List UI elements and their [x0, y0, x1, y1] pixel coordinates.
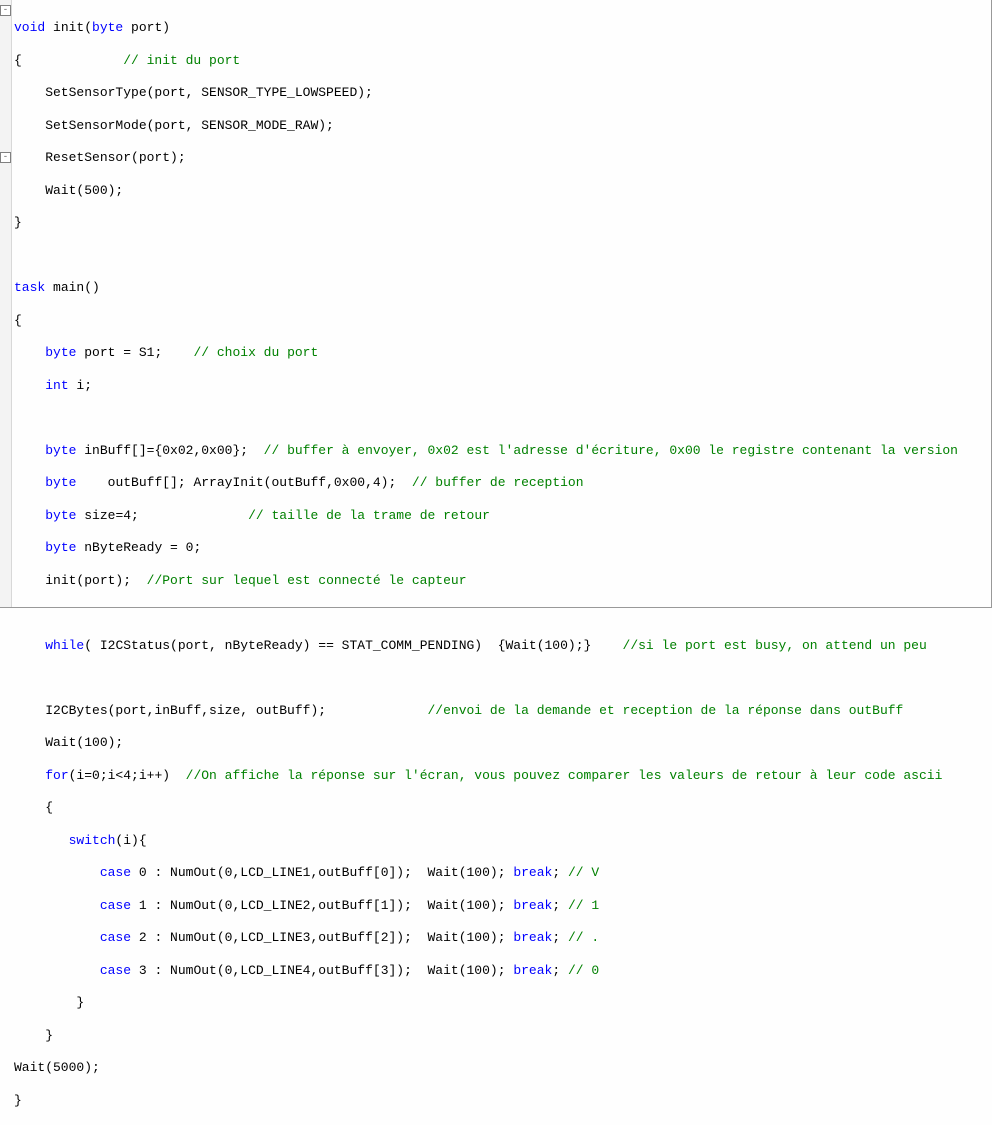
fn-rest: port): [123, 20, 170, 35]
line-switch-close: }: [14, 995, 991, 1011]
line-init-header: void init(byte port): [14, 20, 991, 36]
kw-for: for: [45, 768, 68, 783]
line-wait5000: Wait(5000);: [14, 1060, 991, 1076]
case3-end: ;: [552, 963, 568, 978]
line-outbuff: byte outBuff[]; ArrayInit(outBuff,0x00,4…: [14, 475, 991, 491]
fold-icon-main[interactable]: -: [0, 152, 11, 163]
line-for: for(i=0;i<4;i++) //On affiche la réponse…: [14, 768, 991, 784]
for-code: (i=0;i<4;i++): [69, 768, 186, 783]
kw-break0: break: [513, 865, 552, 880]
kw-byte-port: byte: [45, 345, 76, 360]
kw-byte-inbuff: byte: [45, 443, 76, 458]
kw-byte-outbuff: byte: [45, 475, 76, 490]
kw-break3: break: [513, 963, 552, 978]
cm-case2: // .: [568, 930, 599, 945]
inbuff-code: inBuff[]={0x02,0x00};: [76, 443, 263, 458]
line-while: while( I2CStatus(port, nByteReady) == ST…: [14, 638, 991, 654]
line-size: byte size=4; // taille de la trame de re…: [14, 508, 991, 524]
main-rest: main(): [45, 280, 100, 295]
cm-port: // choix du port: [193, 345, 318, 360]
case2-end: ;: [552, 930, 568, 945]
case0-end: ;: [552, 865, 568, 880]
line-init-3: ResetSensor(port);: [14, 150, 991, 166]
line-main-open: {: [14, 313, 991, 329]
line-init-close: }: [14, 215, 991, 231]
initcall-code: init(port);: [45, 573, 146, 588]
nbyte-code: nByteReady = 0;: [76, 540, 201, 555]
fold-icon-init[interactable]: -: [0, 5, 11, 16]
line-case2: case 2 : NumOut(0,LCD_LINE3,outBuff[2]);…: [14, 930, 991, 946]
line-init-1: SetSensorType(port, SENSOR_TYPE_LOWSPEED…: [14, 85, 991, 101]
line-nbyte: byte nByteReady = 0;: [14, 540, 991, 556]
kw-case2: case: [100, 930, 131, 945]
line-main-close: }: [14, 1093, 991, 1109]
line-init-4: Wait(500);: [14, 183, 991, 199]
fn-name: init(: [45, 20, 92, 35]
case2-mid: 2 : NumOut(0,LCD_LINE3,outBuff[2]); Wait…: [131, 930, 513, 945]
outbuff-code: outBuff[]; ArrayInit(outBuff,0x00,4);: [76, 475, 411, 490]
fold-gutter: - -: [0, 0, 12, 607]
kw-break2: break: [513, 930, 552, 945]
cm-inbuff: // buffer à envoyer, 0x02 est l'adresse …: [264, 443, 958, 458]
case1-end: ;: [552, 898, 568, 913]
line-wait100: Wait(100);: [14, 735, 991, 751]
line-case1: case 1 : NumOut(0,LCD_LINE2,outBuff[1]);…: [14, 898, 991, 914]
kw-case3: case: [100, 963, 131, 978]
brace-open: {: [14, 53, 123, 68]
blank-4: [14, 670, 991, 686]
line-switch: switch(i){: [14, 833, 991, 849]
line-initcall: init(port); //Port sur lequel est connec…: [14, 573, 991, 589]
blank-1: [14, 248, 991, 264]
line-port: byte port = S1; // choix du port: [14, 345, 991, 361]
cm-initcall: //Port sur lequel est connecté le capteu…: [147, 573, 467, 588]
line-init-open: { // init du port: [14, 53, 991, 69]
i-code: i;: [69, 378, 92, 393]
line-case0: case 0 : NumOut(0,LCD_LINE1,outBuff[0]);…: [14, 865, 991, 881]
cm-outbuff: // buffer de reception: [412, 475, 584, 490]
kw-task: task: [14, 280, 45, 295]
cm-while: //si le port est busy, on attend un peu: [623, 638, 927, 653]
cm-for: //On affiche la réponse sur l'écran, vou…: [186, 768, 943, 783]
case0-mid: 0 : NumOut(0,LCD_LINE1,outBuff[0]); Wait…: [131, 865, 513, 880]
line-init-2: SetSensorMode(port, SENSOR_MODE_RAW);: [14, 118, 991, 134]
line-i: int i;: [14, 378, 991, 394]
kw-case1: case: [100, 898, 131, 913]
i2cbytes-code: I2CBytes(port,inBuff,size, outBuff);: [45, 703, 427, 718]
kw-int: int: [45, 378, 68, 393]
kw-byte-nbyte: byte: [45, 540, 76, 555]
cm-case1: // 1: [568, 898, 599, 913]
line-for-open: {: [14, 800, 991, 816]
cm-init: // init du port: [123, 53, 240, 68]
case1-mid: 1 : NumOut(0,LCD_LINE2,outBuff[1]); Wait…: [131, 898, 513, 913]
blank-2: [14, 410, 991, 426]
cm-i2cbytes: //envoi de la demande et reception de la…: [427, 703, 903, 718]
cm-case0: // V: [568, 865, 599, 880]
line-i2cbytes: I2CBytes(port,inBuff,size, outBuff); //e…: [14, 703, 991, 719]
line-case3: case 3 : NumOut(0,LCD_LINE4,outBuff[3]);…: [14, 963, 991, 979]
case3-mid: 3 : NumOut(0,LCD_LINE4,outBuff[3]); Wait…: [131, 963, 513, 978]
cm-case3: // 0: [568, 963, 599, 978]
kw-while: while: [45, 638, 84, 653]
kw-case0: case: [100, 865, 131, 880]
kw-byte-size: byte: [45, 508, 76, 523]
size-code: size=4;: [76, 508, 248, 523]
code-area: void init(byte port) { // init du port S…: [14, 0, 991, 607]
kw-break1: break: [513, 898, 552, 913]
cm-size: // taille de la trame de retour: [248, 508, 490, 523]
kw-void: void: [14, 20, 45, 35]
port-code: port = S1;: [76, 345, 193, 360]
kw-switch: switch: [69, 833, 116, 848]
while-code: ( I2CStatus(port, nByteReady) == STAT_CO…: [84, 638, 622, 653]
kw-byte: byte: [92, 20, 123, 35]
switch-code: (i){: [115, 833, 146, 848]
line-inbuff: byte inBuff[]={0x02,0x00}; // buffer à e…: [14, 443, 991, 459]
line-for-close: }: [14, 1028, 991, 1044]
line-main-header: task main(): [14, 280, 991, 296]
